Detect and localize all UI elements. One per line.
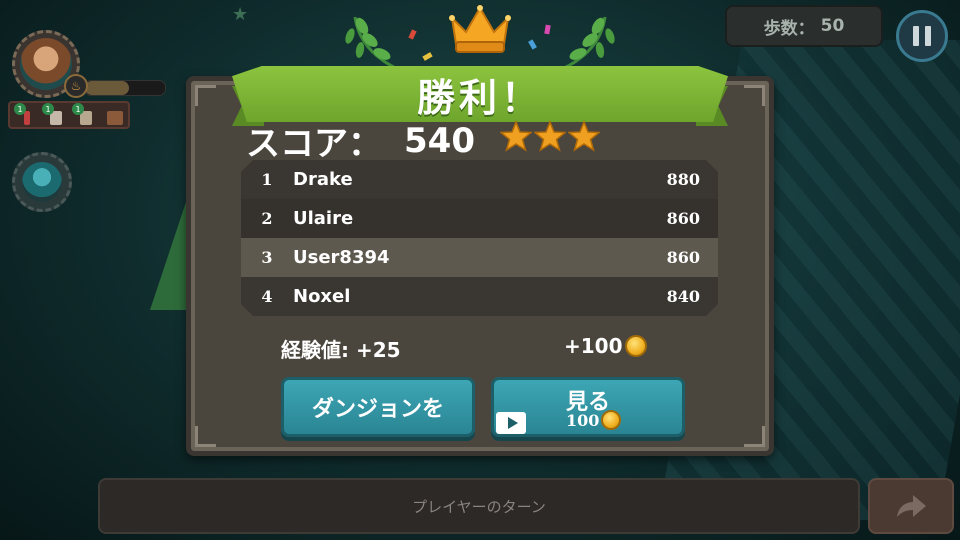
- turn-status-bar: プレイヤーのターン: [98, 478, 860, 534]
- leaderboard-name: Drake: [293, 169, 353, 190]
- star-icon: [568, 120, 600, 152]
- confetti: [422, 52, 433, 61]
- inventory-slot-figurine[interactable]: 1: [42, 103, 66, 125]
- steps-label: 歩数：: [763, 18, 815, 39]
- crown-icon: [449, 5, 511, 53]
- leaderboard-rank: 4: [261, 287, 273, 306]
- inventory-count: 1: [42, 103, 54, 115]
- turn-status-text: プレイヤーのターン: [412, 497, 546, 516]
- leaderboard-rank: 3: [261, 248, 273, 267]
- frame-corner: [195, 426, 216, 447]
- frame-corner: [195, 85, 216, 106]
- chest-icon: [107, 111, 123, 125]
- steps-counter: 歩数： 50: [725, 5, 883, 47]
- steps-value: 50: [820, 16, 845, 36]
- return-to-dungeon-label: ダンジョンを: [311, 397, 444, 422]
- flame-icon: ♨: [64, 74, 88, 98]
- arrow-right-icon: [897, 495, 926, 517]
- inventory-slot-potion[interactable]: 1: [14, 103, 38, 125]
- watch-ad-reward-amount: 100: [566, 410, 600, 430]
- laurel-left-icon: [345, 16, 401, 72]
- leaderboard-score: 860: [666, 209, 700, 228]
- leaderboard-score: 840: [666, 287, 700, 306]
- leaderboard-score: 880: [666, 170, 700, 189]
- leaderboard-row: 4 Noxel 840: [241, 277, 718, 316]
- watch-ad-button[interactable]: 見る 100: [491, 377, 685, 437]
- video-play-icon: [496, 412, 526, 434]
- frame-corner: [744, 85, 765, 106]
- leaderboard: 1 Drake 880 2 Ulaire 860 3 User8394 860 …: [241, 160, 718, 316]
- victory-title: 勝利！: [416, 75, 543, 120]
- laurel-right-icon: [559, 16, 615, 72]
- dungeon-plant-background: [150, 190, 190, 310]
- return-to-dungeon-button[interactable]: ダンジョンを: [281, 377, 475, 437]
- frame-corner: [744, 426, 765, 447]
- coin-reward: +100: [564, 334, 647, 358]
- xp-bar: [84, 80, 166, 96]
- inventory-count: 1: [72, 103, 84, 115]
- star-icon: [534, 120, 566, 152]
- potion-icon: [24, 111, 30, 125]
- watch-ad-reward: 100: [566, 410, 622, 430]
- leaderboard-score: 860: [666, 248, 700, 267]
- leaderboard-row-current-player: 3 User8394 860: [241, 238, 718, 277]
- leaderboard-rank: 2: [261, 209, 273, 228]
- end-turn-button[interactable]: [868, 478, 954, 534]
- coin-icon: [601, 410, 622, 430]
- inventory-slot-chest[interactable]: [104, 107, 126, 125]
- leaderboard-name: Noxel: [293, 286, 351, 307]
- coin-reward-amount: +100: [564, 334, 623, 358]
- leaderboard-name: Ulaire: [293, 208, 354, 229]
- sparkle-icon: ★: [232, 4, 249, 25]
- leaderboard-row: 1 Drake 880: [241, 160, 718, 199]
- score-label: スコア：: [246, 124, 382, 164]
- leaderboard-name: User8394: [293, 247, 390, 268]
- score-value: 540: [404, 120, 475, 161]
- inventory-bar: 1 1 1: [8, 101, 130, 129]
- inventory-slot-statue[interactable]: 1: [72, 103, 96, 125]
- victory-ribbon: 勝利！: [232, 66, 728, 122]
- confetti: [528, 39, 537, 50]
- coin-icon: [624, 335, 647, 357]
- pause-icon: [913, 26, 931, 46]
- xp-reward: 経験値: +25: [281, 338, 401, 362]
- pause-button[interactable]: [896, 10, 948, 62]
- star-icon: [500, 120, 532, 152]
- leaderboard-row: 2 Ulaire 860: [241, 199, 718, 238]
- score-row: スコア： 540: [246, 116, 475, 165]
- inventory-count: 1: [14, 103, 26, 115]
- ally-portrait: [22, 162, 62, 202]
- star-rating: [500, 120, 600, 152]
- xp-bar-fill: [85, 81, 129, 95]
- leaderboard-rank: 1: [261, 170, 273, 189]
- ally-avatar[interactable]: [12, 152, 72, 212]
